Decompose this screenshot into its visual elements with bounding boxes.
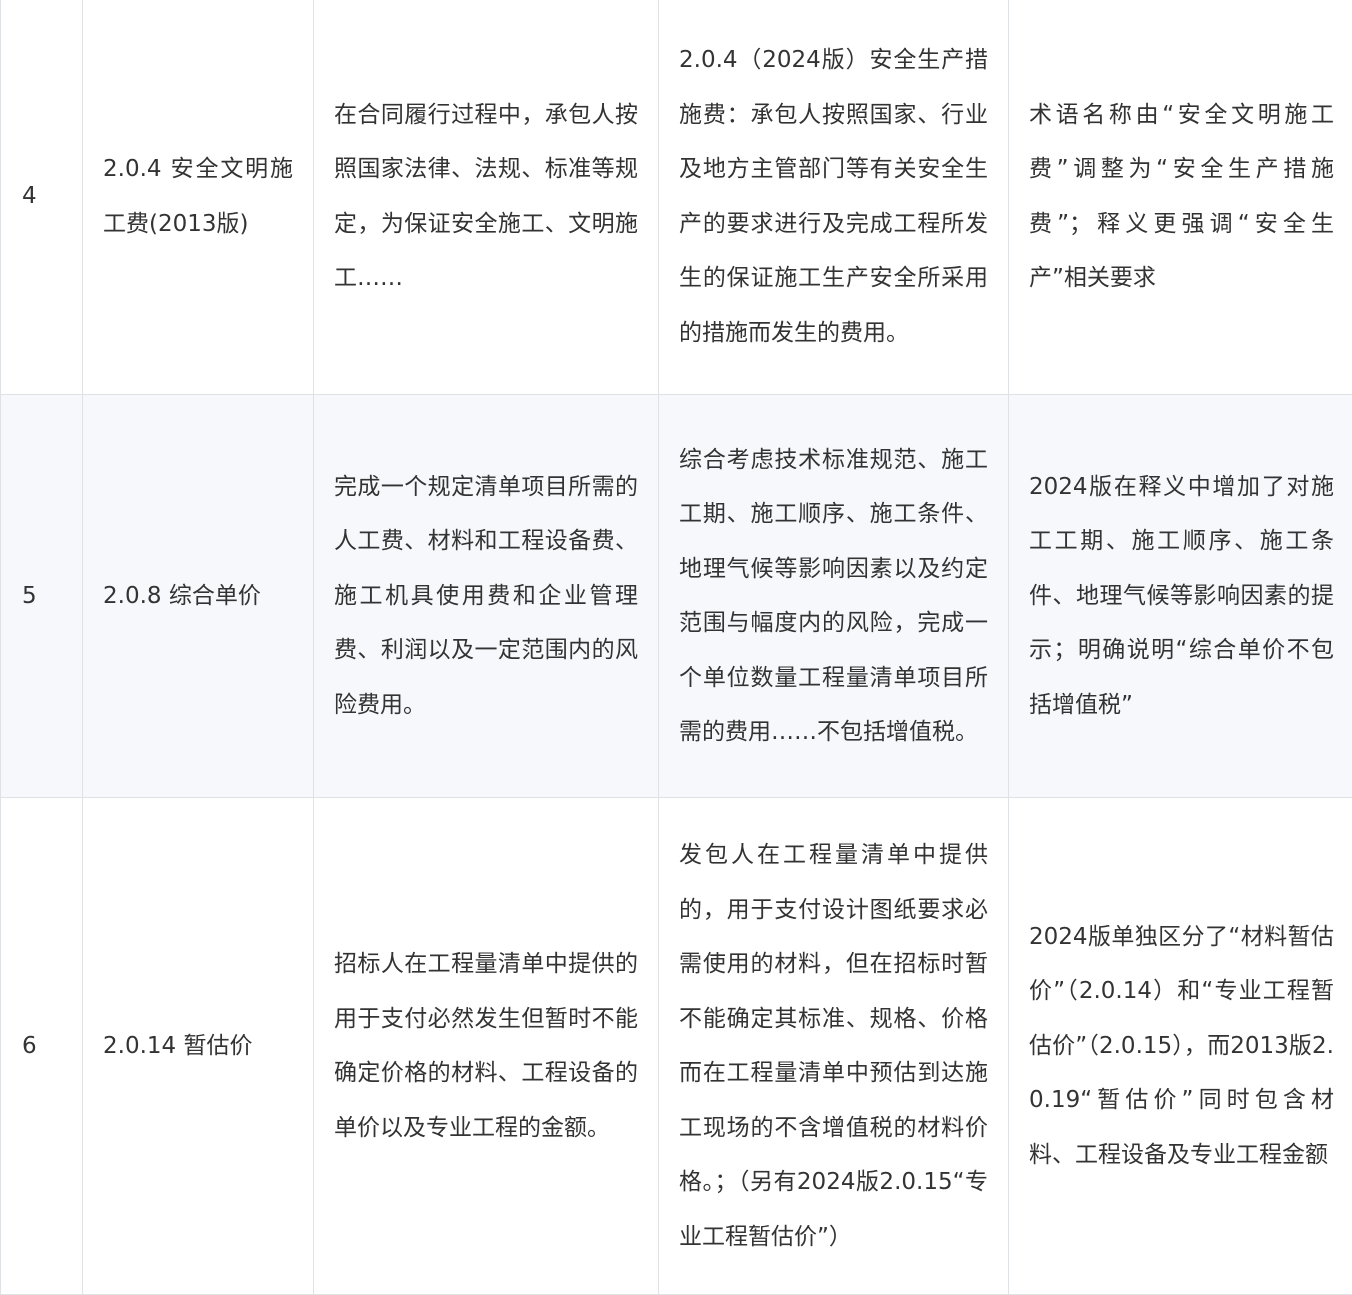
term-cell: 2.0.14 暂估价 xyxy=(83,798,314,1295)
change-note-cell: 术语名称由“安全文明施工费”调整为“安全生产措施费”；释义更强调“安全生产”相关… xyxy=(1009,0,1352,395)
row-index-cell: 4 xyxy=(1,0,83,395)
row-index-cell: 6 xyxy=(1,798,83,1295)
definition-2013-cell: 在合同履行过程中，承包人按照国家法律、法规、标准等规定，为保证安全施工、文明施工… xyxy=(314,0,659,395)
row-index-cell: 5 xyxy=(1,395,83,798)
change-note-cell: 2024版在释义中增加了对施工工期、施工顺序、施工条件、地理气候等影响因素的提示… xyxy=(1009,395,1352,798)
definition-2024-cell: 2.0.4（2024版）安全生产措施费：承包人按照国家、行业及地方主管部门等有关… xyxy=(659,0,1009,395)
definition-2013-cell: 招标人在工程量清单中提供的用于支付必然发生但暂时不能确定价格的材料、工程设备的单… xyxy=(314,798,659,1295)
table-row: 5 2.0.8 综合单价 完成一个规定清单项目所需的人工费、材料和工程设备费、施… xyxy=(1,395,1352,798)
comparison-table-container: 4 2.0.4 安全文明施工费(2013版) 在合同履行过程中，承包人按照国家法… xyxy=(0,0,1352,1295)
comparison-table: 4 2.0.4 安全文明施工费(2013版) 在合同履行过程中，承包人按照国家法… xyxy=(0,0,1352,1295)
definition-2024-cell: 发包人在工程量清单中提供的，用于支付设计图纸要求必需使用的材料，但在招标时暂不能… xyxy=(659,798,1009,1295)
table-row: 6 2.0.14 暂估价 招标人在工程量清单中提供的用于支付必然发生但暂时不能确… xyxy=(1,798,1352,1295)
table-row: 4 2.0.4 安全文明施工费(2013版) 在合同履行过程中，承包人按照国家法… xyxy=(1,0,1352,395)
change-note-cell: 2024版单独区分了“材料暂估价”（2.0.14）和“专业工程暂估价”（2.0.… xyxy=(1009,798,1352,1295)
term-cell: 2.0.8 综合单价 xyxy=(83,395,314,798)
definition-2024-cell: 综合考虑技术标准规范、施工工期、施工顺序、施工条件、地理气候等影响因素以及约定范… xyxy=(659,395,1009,798)
definition-2013-cell: 完成一个规定清单项目所需的人工费、材料和工程设备费、施工机具使用费和企业管理费、… xyxy=(314,395,659,798)
term-cell: 2.0.4 安全文明施工费(2013版) xyxy=(83,0,314,395)
